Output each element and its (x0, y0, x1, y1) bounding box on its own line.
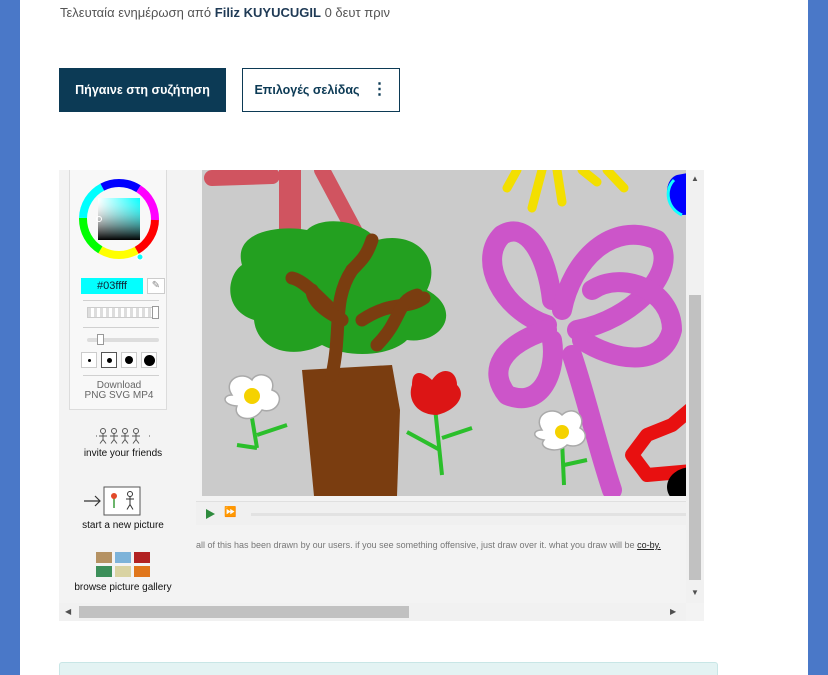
new-picture-link[interactable]: start a new picture (69, 485, 177, 531)
updated-user-link[interactable]: Filiz KUYUCUGIL (215, 5, 321, 20)
updated-prefix: Τελευταία ενημέρωση από (60, 5, 212, 20)
replay-progress-track[interactable] (251, 513, 701, 516)
play-icon[interactable] (206, 509, 215, 519)
gallery-thumbnails-icon (96, 552, 150, 577)
page-options-label: Επιλογές σελίδας (254, 83, 360, 97)
opacity-slider-handle[interactable] (152, 306, 159, 319)
divider (83, 300, 159, 301)
drawing-canvas[interactable] (202, 170, 704, 496)
page-options-button[interactable]: Επιλογές σελίδας ⋮ (242, 68, 400, 112)
vertical-dots-icon: ⋮ (371, 81, 388, 98)
eyedropper-icon[interactable]: ✎ (147, 278, 165, 294)
download-formats-link[interactable]: PNG SVG MP4 (70, 391, 168, 401)
updated-time: 0 δευτ πριν (324, 5, 391, 20)
picture-gallery-label: browse picture gallery (74, 582, 172, 593)
replay-player: ⏩ (196, 501, 704, 525)
notice-text: all of this has been drawn by our users.… (196, 540, 635, 550)
info-box (59, 662, 718, 675)
vertical-scrollbar[interactable]: ▲ ▼ (686, 170, 704, 603)
stick-figures-icon (95, 428, 151, 444)
page-content: Τελευταία ενημέρωση από Filiz KUYUCUGIL … (20, 0, 808, 675)
divider (83, 327, 159, 328)
picture-gallery-link[interactable]: browse picture gallery (69, 551, 177, 593)
vertical-scroll-thumb[interactable] (689, 295, 701, 580)
go-to-discussion-label: Πήγαινε στη συζήτηση (75, 83, 210, 97)
horizontal-scrollbar[interactable]: ◀ ▶ (59, 603, 686, 621)
horizontal-scroll-thumb[interactable] (79, 606, 409, 618)
brush-size-l[interactable] (141, 352, 157, 368)
scroll-left-icon[interactable]: ◀ (65, 607, 71, 616)
drawing-app-embed: #03ffff ✎ Download PNG SVG MP4 invite yo… (59, 170, 704, 621)
opacity-slider[interactable] (87, 306, 159, 319)
new-picture-icon (84, 486, 141, 516)
new-picture-label: start a new picture (82, 520, 164, 531)
scroll-up-icon[interactable]: ▲ (691, 174, 699, 183)
download-area: Download PNG SVG MP4 (70, 381, 168, 401)
scroll-right-icon[interactable]: ▶ (670, 607, 676, 616)
brush-size-m[interactable] (121, 352, 137, 368)
fast-forward-icon[interactable]: ⏩ (224, 507, 236, 518)
invite-friends-label: invite your friends (83, 448, 163, 459)
co-by-link[interactable]: co-by. (637, 540, 661, 550)
tool-panel: #03ffff ✎ Download PNG SVG MP4 (69, 170, 167, 410)
scroll-down-icon[interactable]: ▼ (691, 588, 699, 597)
brush-size-xs[interactable] (81, 352, 97, 368)
color-wheel[interactable] (76, 176, 162, 262)
brush-size-s[interactable] (101, 352, 117, 368)
brush-size-options (81, 352, 157, 368)
usage-notice: all of this has been drawn by our users.… (196, 540, 704, 550)
brush-size-handle[interactable] (97, 334, 104, 345)
go-to-discussion-button[interactable]: Πήγαινε στη συζήτηση (59, 68, 226, 112)
drawing-artwork (204, 170, 704, 496)
divider (83, 375, 159, 376)
invite-friends-link[interactable]: invite your friends (69, 427, 177, 459)
brush-size-slider[interactable] (87, 334, 159, 345)
last-updated-line: Τελευταία ενημέρωση από Filiz KUYUCUGIL … (60, 5, 390, 20)
color-hex-field[interactable]: #03ffff (81, 278, 143, 294)
